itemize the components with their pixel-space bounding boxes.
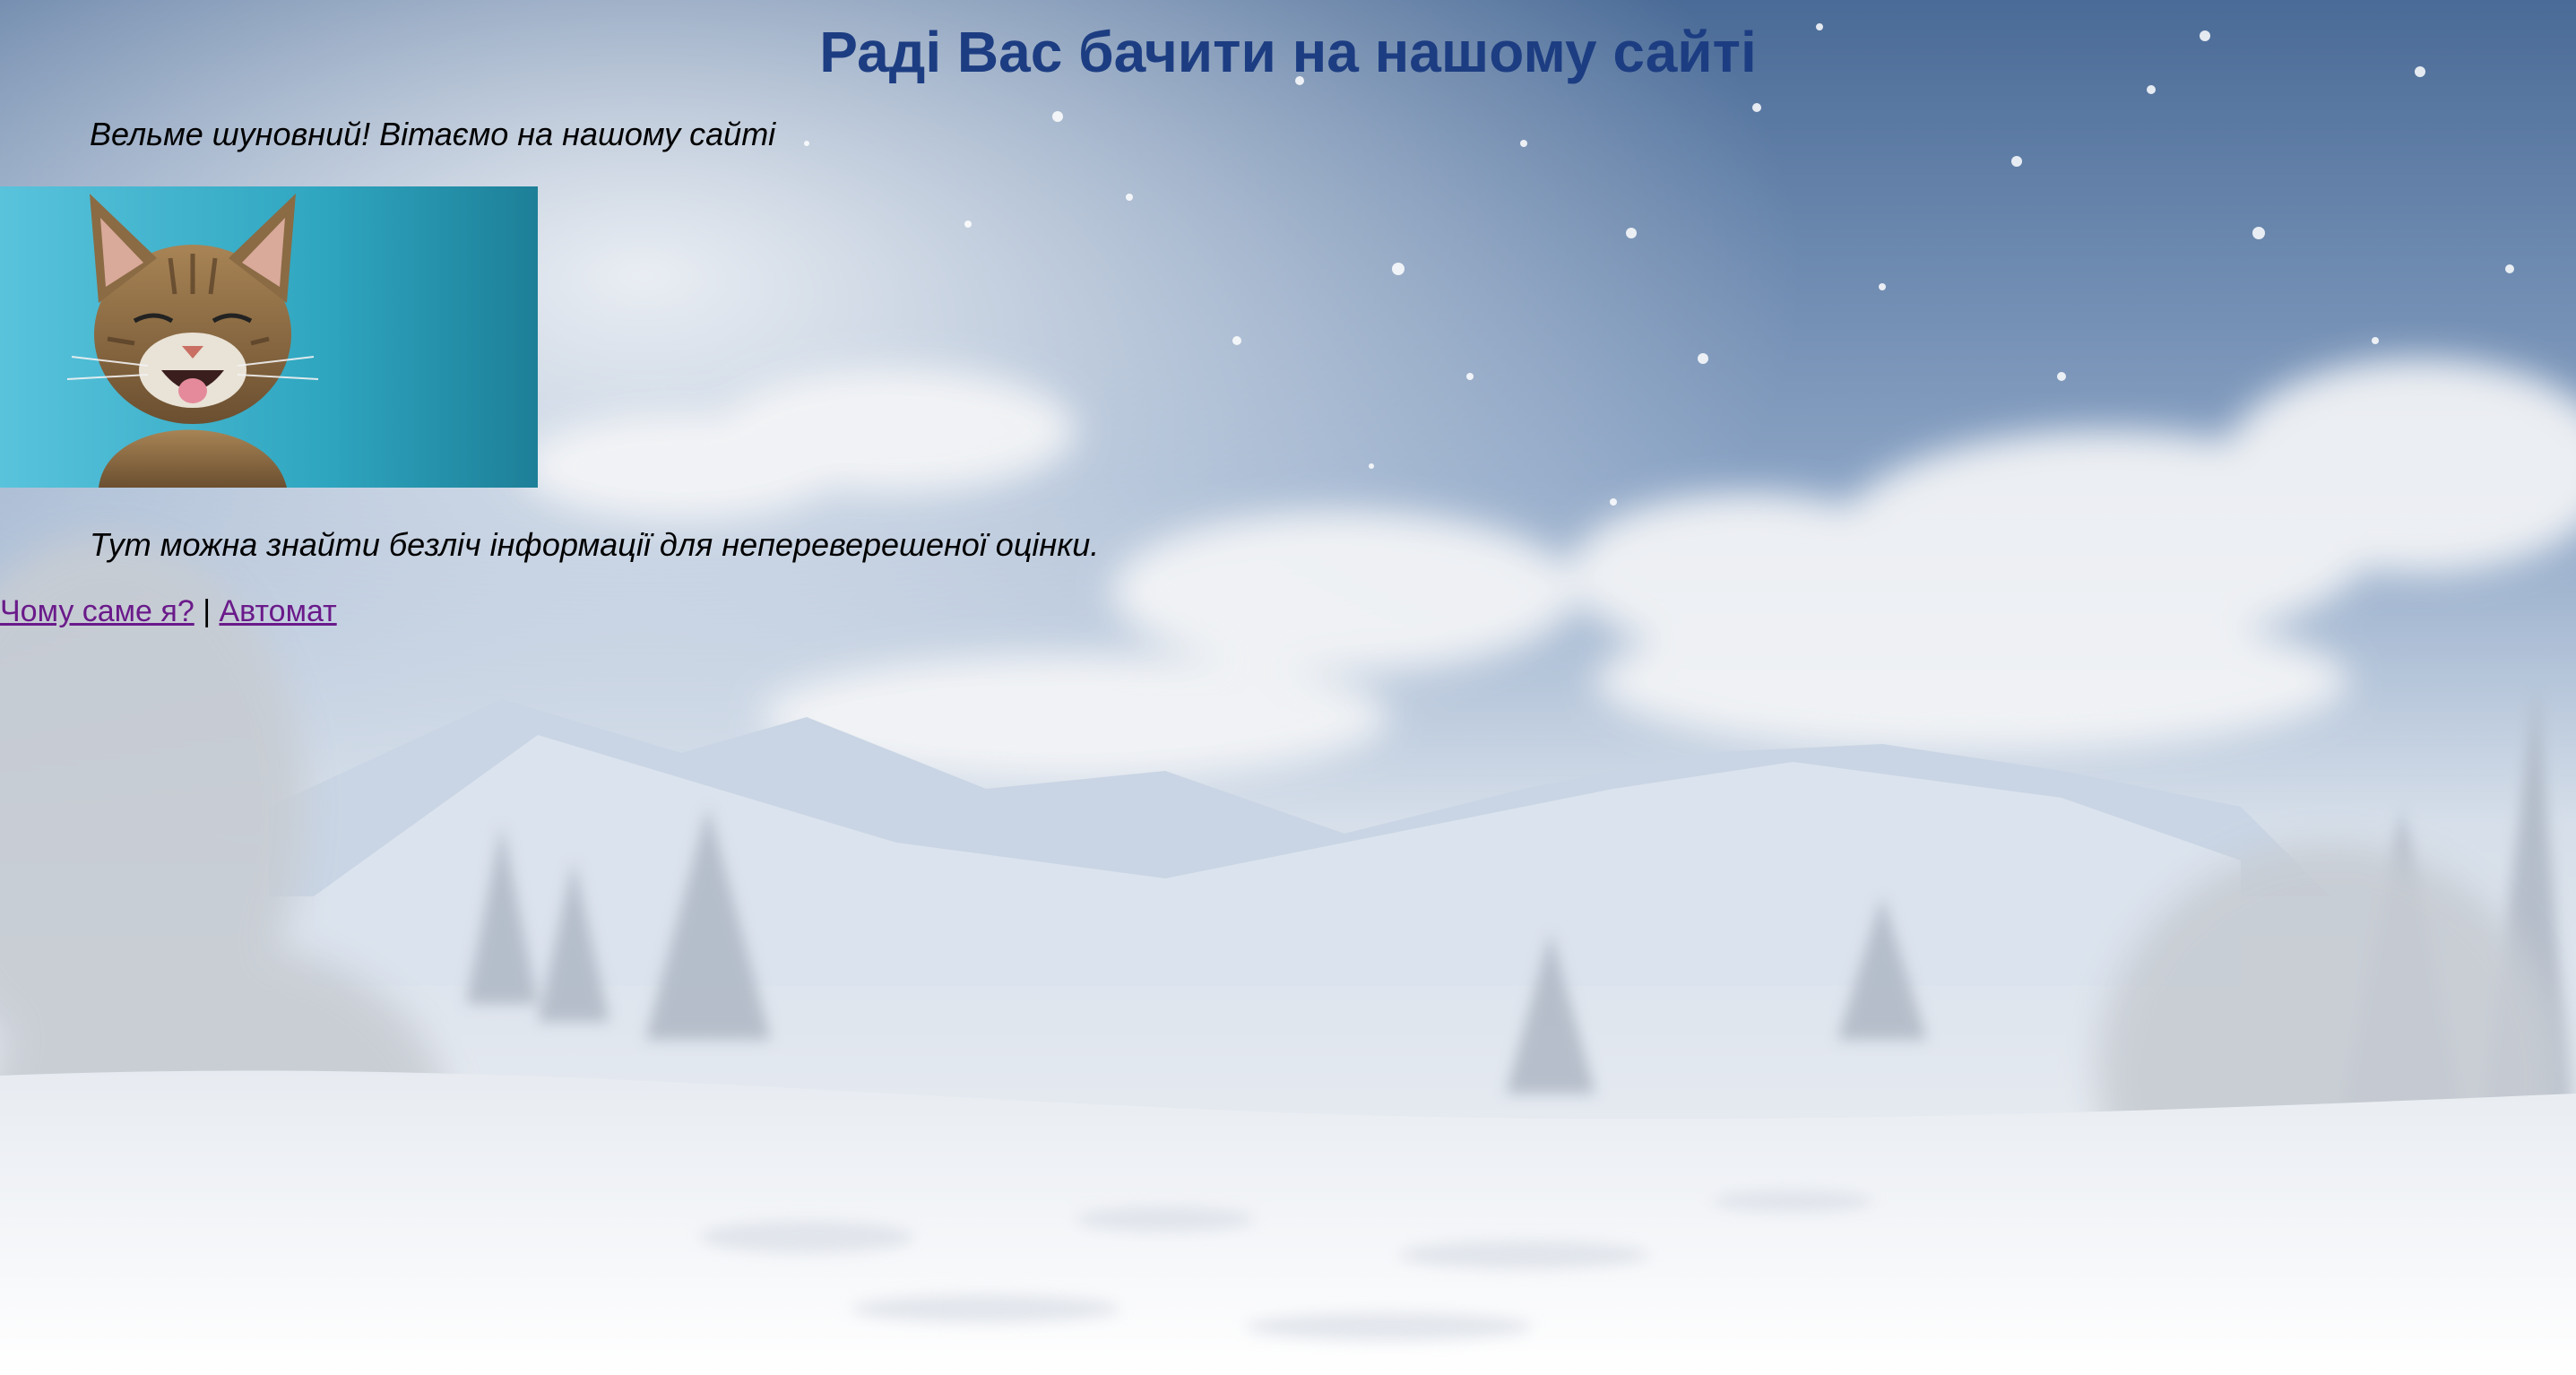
page-title: Раді Вас бачити на нашому сайті bbox=[819, 20, 1757, 84]
smiling-cat-photo bbox=[0, 186, 538, 488]
link-why-me[interactable]: Чому саме я? bbox=[0, 594, 194, 628]
nav-links: Чому саме я? | Автомат bbox=[0, 592, 2576, 631]
page-content: Раді Вас бачити на нашому сайті Вельме ш… bbox=[0, 0, 2576, 631]
info-text: Тут можна знайти безліч інформації для н… bbox=[90, 526, 1100, 563]
nav-separator: | bbox=[203, 594, 212, 628]
link-automat[interactable]: Автомат bbox=[219, 594, 336, 628]
intro-text: Вельме шуновний! Вітаємо на нашому сайті bbox=[90, 116, 776, 152]
